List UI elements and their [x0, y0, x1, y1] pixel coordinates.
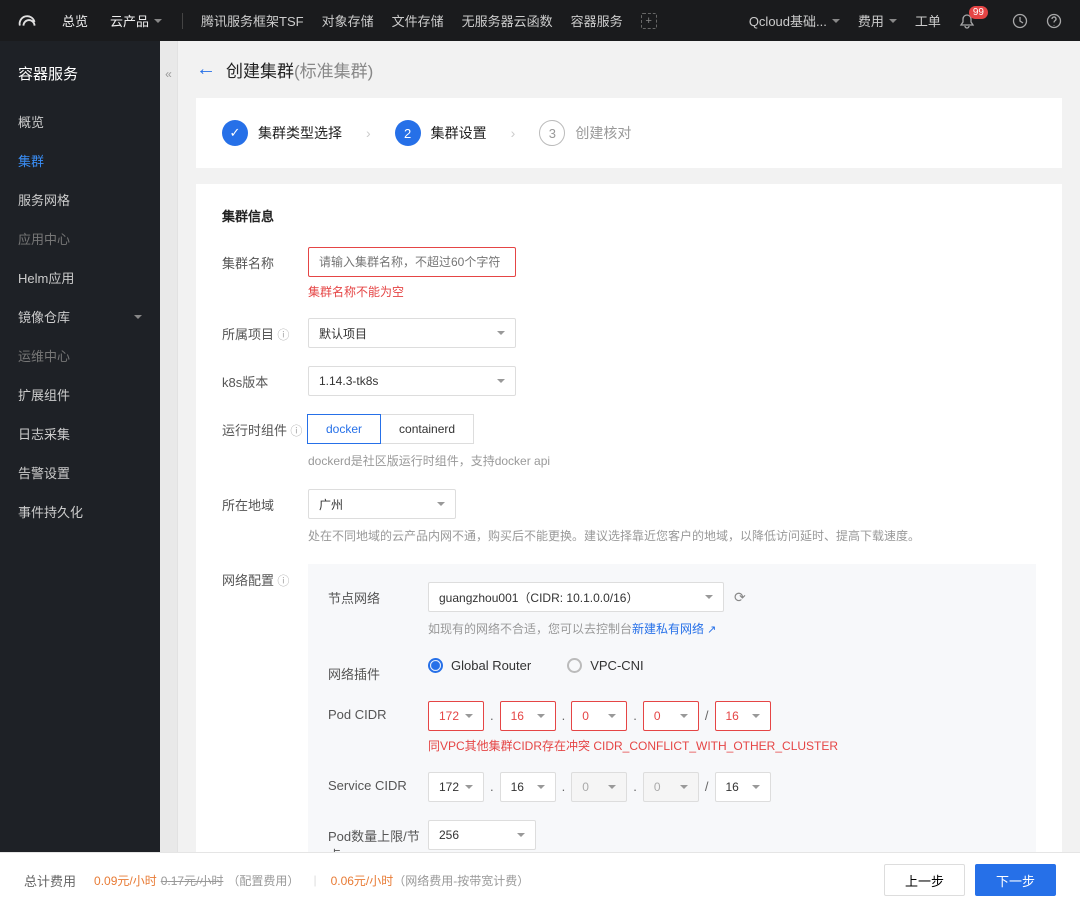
sidebar-item-logs[interactable]: 日志采集	[0, 414, 160, 453]
svc-cidr-b[interactable]: 16	[500, 772, 556, 802]
svc-cidr-mask[interactable]: 16	[715, 772, 771, 802]
account-dropdown[interactable]: Qcloud基础...	[749, 11, 840, 30]
label-netconfig: 网络配置	[222, 564, 308, 589]
label-cluster-name: 集群名称	[222, 247, 308, 272]
region-select[interactable]: 广州	[308, 489, 456, 519]
sidebar-item-events[interactable]: 事件持久化	[0, 492, 160, 531]
label-svc-cidr: Service CIDR	[328, 772, 428, 793]
sidebar-item-ops[interactable]: 运维中心	[0, 336, 160, 375]
cluster-name-error: 集群名称不能为空	[308, 283, 1036, 300]
chevron-right-icon: ›	[366, 125, 371, 141]
page-title: 创建集群(标准集群)	[226, 57, 373, 82]
content: ← 创建集群(标准集群) ✓ 集群类型选择 › 2 集群设置 › 3 创建核对	[178, 41, 1080, 852]
pod-cidr-error: 同VPC其他集群CIDR存在冲突 CIDR_CONFLICT_WITH_OTHE…	[428, 737, 1016, 754]
sidebar-item-appcenter[interactable]: 应用中心	[0, 219, 160, 258]
quick-scf[interactable]: 无服务器云函数	[462, 11, 553, 30]
price-config: 0.09元/小时	[94, 872, 157, 889]
node-network-select[interactable]: guangzhou001（CIDR: 10.1.0.0/16）	[428, 582, 724, 612]
project-select[interactable]: 默认项目	[308, 318, 516, 348]
sidebar-title: 容器服务	[0, 59, 160, 102]
sidebar-item-alarm[interactable]: 告警设置	[0, 453, 160, 492]
quick-cfs[interactable]: 文件存储	[392, 11, 444, 30]
notification-icon[interactable]: 99	[959, 13, 994, 29]
footer: 总计费用 0.09元/小时 0.17元/小时 （配置费用） | 0.06元/小时…	[0, 852, 1080, 907]
pod-cidr-b[interactable]: 16	[500, 701, 556, 731]
next-button[interactable]: 下一步	[975, 864, 1056, 896]
history-icon[interactable]	[1012, 13, 1028, 29]
footer-label: 总计费用	[24, 871, 76, 890]
section-title: 集群信息	[222, 206, 1036, 225]
nav-products[interactable]: 云产品	[110, 11, 162, 30]
label-region: 所在地域	[222, 489, 308, 514]
steps-card: ✓ 集群类型选择 › 2 集群设置 › 3 创建核对	[196, 98, 1062, 168]
svc-cidr-d: 0	[643, 772, 699, 802]
label-node-network: 节点网络	[328, 582, 428, 607]
runtime-hint: dockerd是社区版运行时组件，支持docker api	[308, 452, 1036, 471]
label-project: 所属项目	[222, 318, 308, 343]
sidebar-item-servicemesh[interactable]: 服务网格	[0, 180, 160, 219]
sidebar-item-cluster[interactable]: 集群	[0, 141, 160, 180]
quick-cos[interactable]: 对象存储	[322, 11, 374, 30]
node-network-hint: 如现有的网络不合适，您可以去控制台新建私有网络	[428, 620, 1016, 640]
cluster-name-input[interactable]	[308, 247, 516, 277]
runtime-containerd[interactable]: containerd	[380, 414, 474, 444]
order-link[interactable]: 工单	[915, 11, 941, 30]
sidebar-item-registry[interactable]: 镜像仓库	[0, 297, 160, 336]
price-config-old: 0.17元/小时	[161, 872, 224, 889]
pod-cidr-a[interactable]: 172	[428, 701, 484, 731]
price-net: 0.06元/小时	[331, 872, 394, 889]
price-net-desc: （网络费用-按带宽计费）	[393, 872, 529, 889]
topbar: 总览 云产品 腾讯服务框架TSF 对象存储 文件存储 无服务器云函数 容器服务 …	[0, 0, 1080, 41]
divider	[182, 13, 183, 29]
help-icon[interactable]	[1046, 13, 1062, 29]
chevron-down-icon	[134, 315, 142, 323]
label-net-plugin: 网络插件	[328, 658, 428, 683]
logo[interactable]	[18, 12, 40, 30]
sidebar-item-extensions[interactable]: 扩展组件	[0, 375, 160, 414]
create-vpc-link[interactable]: 新建私有网络	[632, 622, 716, 636]
sidebar-item-helm[interactable]: Helm应用	[0, 258, 160, 297]
pod-cidr-mask[interactable]: 16	[715, 701, 771, 731]
radio-vpc-cni[interactable]: VPC-CNI	[567, 658, 643, 673]
chevron-right-icon: ›	[511, 125, 516, 141]
label-pod-cidr: Pod CIDR	[328, 701, 428, 722]
network-subform: 节点网络 guangzhou001（CIDR: 10.1.0.0/16） ⟳ 如…	[308, 564, 1036, 852]
label-pod-limit: Pod数量上限/节点	[328, 820, 428, 852]
chevron-left-icon: «	[165, 67, 172, 81]
pod-cidr-c[interactable]: 0	[571, 701, 627, 731]
label-k8s: k8s版本	[222, 366, 308, 391]
svc-cidr-a[interactable]: 172	[428, 772, 484, 802]
prev-button[interactable]: 上一步	[884, 864, 965, 896]
pod-cidr-d[interactable]: 0	[643, 701, 699, 731]
nav-overview[interactable]: 总览	[62, 11, 88, 30]
sidebar: 容器服务 概览 集群 服务网格 应用中心 Helm应用 镜像仓库 运维中心 扩展…	[0, 41, 160, 852]
form-card: 集群信息 集群名称 集群名称不能为空 所属项目 默认项目 k8s版本 1.14.…	[196, 184, 1062, 852]
svc-cidr-c: 0	[571, 772, 627, 802]
check-icon: ✓	[222, 120, 248, 146]
step-3: 3 创建核对	[539, 120, 631, 146]
step-1[interactable]: ✓ 集群类型选择	[222, 120, 342, 146]
refresh-icon[interactable]: ⟳	[734, 589, 746, 606]
region-hint: 处在不同地域的云产品内网不通，购买后不能更换。建议选择靠近您客户的地域，以降低访…	[308, 527, 1036, 546]
back-button[interactable]: ←	[196, 58, 216, 81]
quick-tsf[interactable]: 腾讯服务框架TSF	[201, 11, 304, 30]
add-shortcut[interactable]: +	[641, 13, 657, 29]
k8s-select[interactable]: 1.14.3-tk8s	[308, 366, 516, 396]
pod-limit-select[interactable]: 256	[428, 820, 536, 850]
fee-dropdown[interactable]: 费用	[858, 11, 897, 30]
runtime-docker[interactable]: docker	[307, 414, 381, 444]
sidebar-item-overview[interactable]: 概览	[0, 102, 160, 141]
price-config-desc: （配置费用）	[227, 872, 299, 889]
label-runtime: 运行时组件	[222, 414, 308, 439]
sidebar-collapse[interactable]: «	[160, 41, 178, 852]
notification-badge: 99	[969, 6, 988, 19]
radio-global-router[interactable]: Global Router	[428, 658, 531, 673]
quick-tke[interactable]: 容器服务	[571, 11, 623, 30]
step-2[interactable]: 2 集群设置	[395, 120, 487, 146]
